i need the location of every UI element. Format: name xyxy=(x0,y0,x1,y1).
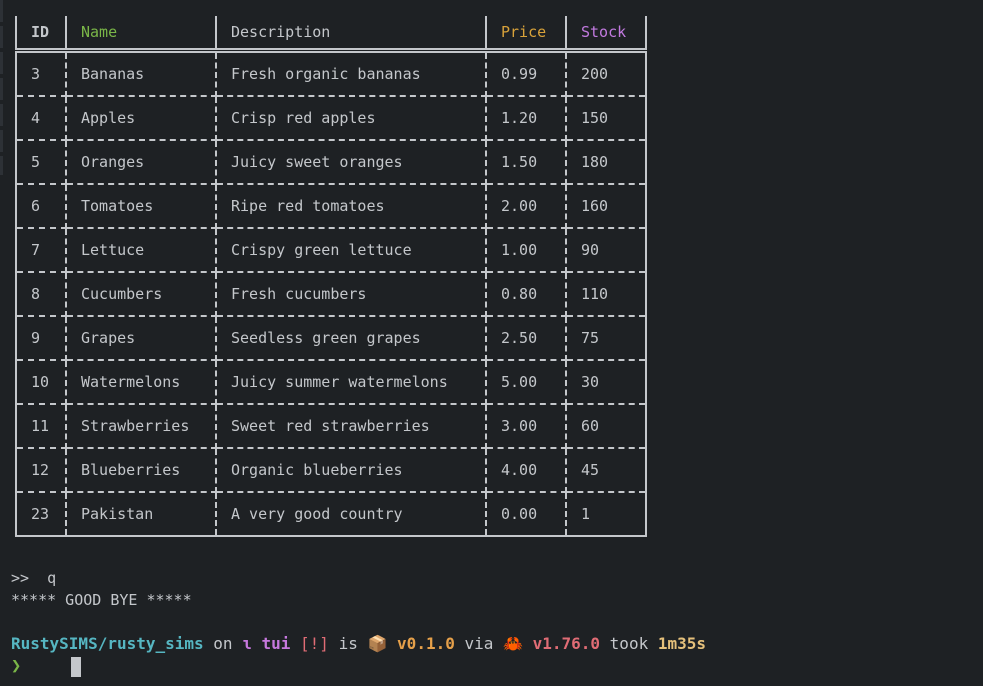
cell-id: 23 xyxy=(15,492,67,537)
package-version: v0.1.0 xyxy=(397,634,455,653)
cell-description: Crisp red apples xyxy=(215,96,487,141)
column-header-name: Name xyxy=(65,16,217,52)
cell-description: Sweet red strawberries xyxy=(215,404,487,449)
cell-description: Seedless green grapes xyxy=(215,316,487,361)
via-label: via xyxy=(464,634,494,653)
cell-id: 12 xyxy=(15,448,67,493)
prompt-symbol: >> xyxy=(11,569,30,587)
table-row: 10 Watermelons Juicy summer watermelons 5.0… xyxy=(15,360,647,405)
cell-description: Fresh organic bananas xyxy=(215,50,487,97)
table-row: 11 Strawberries Sweet red strawberries 3.00… xyxy=(15,404,647,449)
column-header-price: Price xyxy=(485,16,567,52)
products-table-container: ID Name Description Price Stock 3 Bananas… xyxy=(15,16,647,537)
cell-name: Cucumbers xyxy=(65,272,217,317)
column-header-stock: Stock xyxy=(565,16,647,52)
cell-price: 1.20 xyxy=(485,96,567,141)
table-row: 9 Grapes Seedless green grapes 2.50 75 xyxy=(15,316,647,361)
cell-price: 1.50 xyxy=(485,140,567,185)
cell-name: Watermelons xyxy=(65,360,217,405)
table-row: 12 Blueberries Organic blueberries 4.00 45 xyxy=(15,448,647,493)
cell-id: 11 xyxy=(15,404,67,449)
table-body: 3 Bananas Fresh organic bananas 0.99 200 4 App… xyxy=(15,50,647,537)
took-label: took xyxy=(609,634,649,653)
cwd-path: RustySIMS/rusty_sims xyxy=(11,634,204,653)
on-label: on xyxy=(213,634,233,653)
command-text: q xyxy=(47,569,57,587)
cell-price: 1.00 xyxy=(485,228,567,273)
cell-stock: 1 xyxy=(565,492,647,537)
cell-id: 9 xyxy=(15,316,67,361)
cell-stock: 110 xyxy=(565,272,647,317)
cell-id: 10 xyxy=(15,360,67,405)
cell-name: Lettuce xyxy=(65,228,217,273)
cell-id: 5 xyxy=(15,140,67,185)
cell-price: 2.00 xyxy=(485,184,567,229)
command-line: >> q xyxy=(11,569,56,587)
cell-price: 2.50 xyxy=(485,316,567,361)
cell-stock: 30 xyxy=(565,360,647,405)
cell-name: Bananas xyxy=(65,50,217,97)
cell-id: 7 xyxy=(15,228,67,273)
package-icon: 📦 xyxy=(367,634,388,653)
table-row: 6 Tomatoes Ripe red tomatoes 2.00 160 xyxy=(15,184,647,229)
cell-stock: 75 xyxy=(565,316,647,361)
cell-stock: 45 xyxy=(565,448,647,493)
cell-name: Blueberries xyxy=(65,448,217,493)
table-row: 3 Bananas Fresh organic bananas 0.99 200 xyxy=(15,50,647,97)
cell-stock: 150 xyxy=(565,96,647,141)
table-row: 7 Lettuce Crispy green lettuce 1.00 90 xyxy=(15,228,647,273)
cell-price: 0.00 xyxy=(485,492,567,537)
cell-description: Juicy sweet oranges xyxy=(215,140,487,185)
terminal-input-cursor[interactable] xyxy=(71,657,81,677)
terminal-gutter xyxy=(0,0,3,175)
cell-price: 0.80 xyxy=(485,272,567,317)
cell-stock: 200 xyxy=(565,50,647,97)
table-row: 23 Pakistan A very good country 0.00 1 xyxy=(15,492,647,537)
prompt-chevron-icon: ❯ xyxy=(11,656,22,676)
table-row: 4 Apples Crisp red apples 1.20 150 xyxy=(15,96,647,141)
cell-price: 5.00 xyxy=(485,360,567,405)
cell-name: Oranges xyxy=(65,140,217,185)
cell-stock: 90 xyxy=(565,228,647,273)
cell-name: Grapes xyxy=(65,316,217,361)
git-status-flags: [!] xyxy=(300,634,329,653)
cell-price: 4.00 xyxy=(485,448,567,493)
cell-description: Crispy green lettuce xyxy=(215,228,487,273)
cell-description: A very good country xyxy=(215,492,487,537)
column-header-description: Description xyxy=(215,16,487,52)
table-header-row: ID Name Description Price Stock xyxy=(15,16,647,52)
command-duration: 1m35s xyxy=(657,634,707,653)
products-table: ID Name Description Price Stock 3 Bananas… xyxy=(15,16,647,537)
shell-status-line: RustySIMS/rusty_sims on ɩ tui [!] is 📦 v… xyxy=(11,634,706,653)
cell-description: Organic blueberries xyxy=(215,448,487,493)
cell-name: Apples xyxy=(65,96,217,141)
git-branch-icon: ɩ xyxy=(242,634,252,653)
cell-description: Juicy summer watermelons xyxy=(215,360,487,405)
cell-name: Strawberries xyxy=(65,404,217,449)
git-branch: tui xyxy=(261,634,291,653)
column-header-id: ID xyxy=(15,16,67,52)
cell-price: 0.99 xyxy=(485,50,567,97)
cell-description: Ripe red tomatoes xyxy=(215,184,487,229)
cell-stock: 60 xyxy=(565,404,647,449)
is-label: is xyxy=(338,634,358,653)
rust-version: v1.76.0 xyxy=(532,634,601,653)
cell-name: Pakistan xyxy=(65,492,217,537)
cell-description: Fresh cucumbers xyxy=(215,272,487,317)
table-row: 5 Oranges Juicy sweet oranges 1.50 180 xyxy=(15,140,647,185)
cell-stock: 180 xyxy=(565,140,647,185)
cell-price: 3.00 xyxy=(485,404,567,449)
goodbye-message: ***** GOOD BYE ***** xyxy=(11,591,192,609)
cell-id: 6 xyxy=(15,184,67,229)
cell-stock: 160 xyxy=(565,184,647,229)
cell-name: Tomatoes xyxy=(65,184,217,229)
cell-id: 8 xyxy=(15,272,67,317)
table-row: 8 Cucumbers Fresh cucumbers 0.80 110 xyxy=(15,272,647,317)
cell-id: 4 xyxy=(15,96,67,141)
cell-id: 3 xyxy=(15,50,67,97)
rust-crab-icon: 🦀 xyxy=(503,634,523,653)
